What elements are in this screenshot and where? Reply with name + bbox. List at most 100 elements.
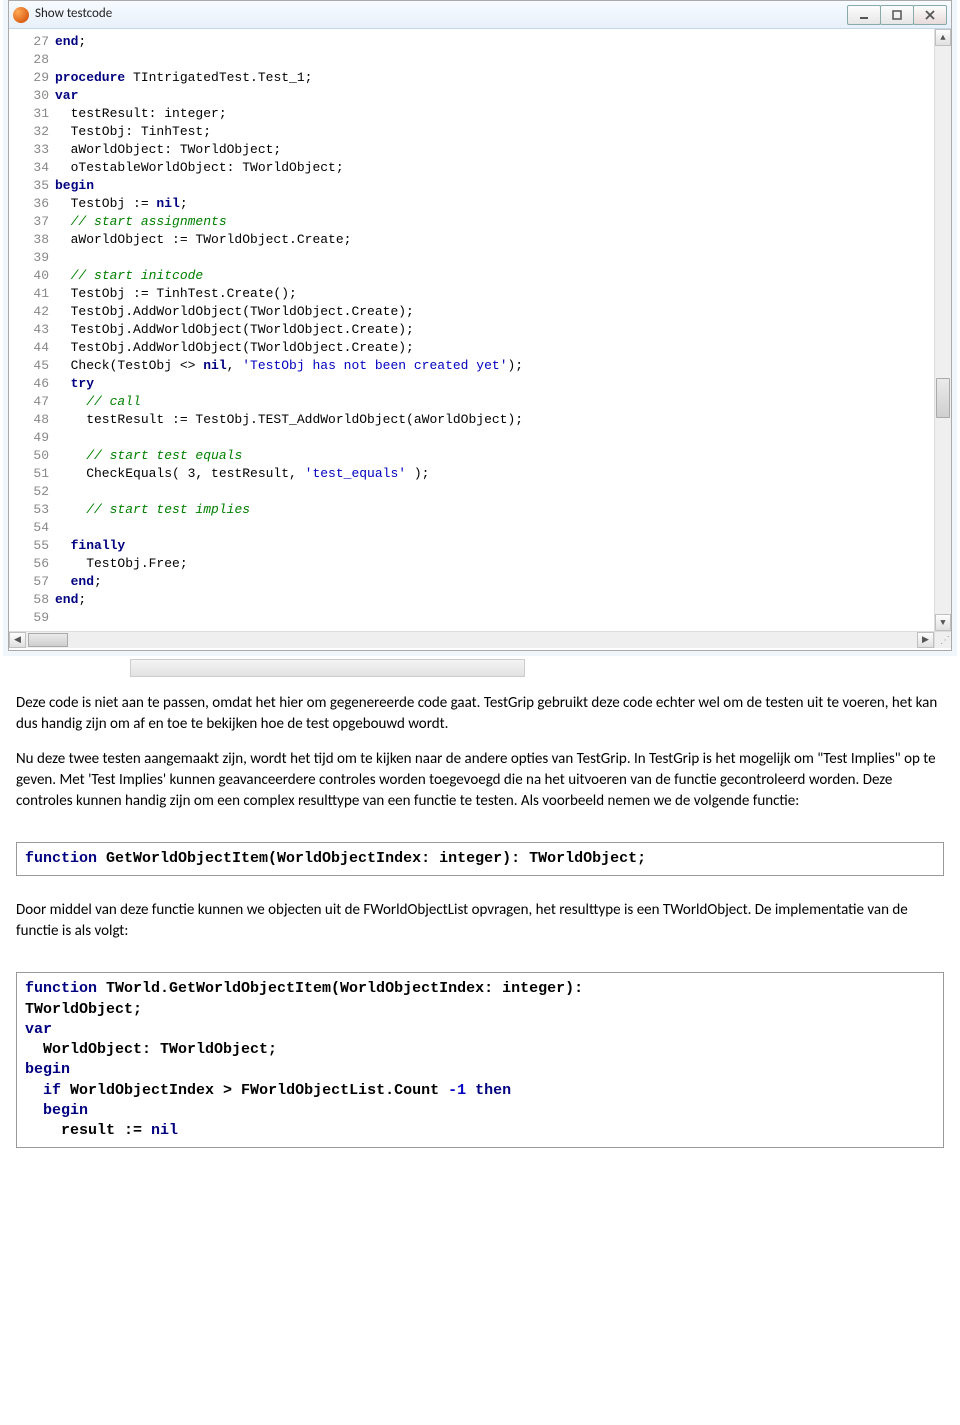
code-line: 35begin: [9, 177, 934, 195]
code-text: end;: [55, 33, 934, 51]
line-number: 41: [9, 285, 55, 303]
code-line: 56 TestObj.Free;: [9, 555, 934, 573]
line-number: 47: [9, 393, 55, 411]
line-number: 37: [9, 213, 55, 231]
code-text: TestObj.AddWorldObject(TWorldObject.Crea…: [55, 339, 934, 357]
line-number: 36: [9, 195, 55, 213]
code-line: 46 try: [9, 375, 934, 393]
horizontal-scroll-thumb[interactable]: [28, 633, 68, 647]
code-line: 57 end;: [9, 573, 934, 591]
line-number: 29: [9, 69, 55, 87]
scroll-up-arrow-icon[interactable]: ▲: [935, 29, 951, 46]
code-line: 55 finally: [9, 537, 934, 555]
code-line: 42 TestObj.AddWorldObject(TWorldObject.C…: [9, 303, 934, 321]
titlebar[interactable]: Show testcode: [9, 1, 951, 29]
code-line: 53 // start test implies: [9, 501, 934, 519]
line-number: 38: [9, 231, 55, 249]
line-number: 52: [9, 483, 55, 501]
code-line: 40 // start initcode: [9, 267, 934, 285]
vertical-scroll-thumb[interactable]: [936, 378, 950, 418]
code-line: 33 aWorldObject: TWorldObject;: [9, 141, 934, 159]
minimize-button[interactable]: [847, 5, 881, 25]
code-line: 31 testResult: integer;: [9, 105, 934, 123]
horizontal-scroll-track[interactable]: [26, 632, 917, 648]
maximize-button[interactable]: [880, 5, 914, 25]
code-line: 36 TestObj := nil;: [9, 195, 934, 213]
code-text: TestObj: TinhTest;: [55, 123, 934, 141]
paragraph-2: Nu deze twee testen aangemaakt zijn, wor…: [16, 749, 944, 812]
code-text: [55, 51, 934, 69]
maximize-icon: [892, 10, 902, 20]
line-number: 58: [9, 591, 55, 609]
line-number: 45: [9, 357, 55, 375]
code-text: // start test equals: [55, 447, 934, 465]
line-number: 27: [9, 33, 55, 51]
line-number: 50: [9, 447, 55, 465]
code-text: var: [55, 87, 934, 105]
code-line: 27end;: [9, 33, 934, 51]
code-text: // start assignments: [55, 213, 934, 231]
line-number: 46: [9, 375, 55, 393]
line-number: 53: [9, 501, 55, 519]
line-number: 30: [9, 87, 55, 105]
code-text: // start initcode: [55, 267, 934, 285]
code-line: 51 CheckEquals( 3, testResult, 'test_equ…: [9, 465, 934, 483]
codebox-function-signature: function GetWorldObjectItem(WorldObjectI…: [16, 842, 944, 876]
code-line: 28: [9, 51, 934, 69]
app-icon: [13, 7, 29, 23]
code-text: testResult := TestObj.TEST_AddWorldObjec…: [55, 411, 934, 429]
codebox-function-impl: function TWorld.GetWorldObjectItem(World…: [16, 972, 944, 1148]
line-number: 44: [9, 339, 55, 357]
resize-grip-icon[interactable]: ⋰: [934, 632, 951, 648]
code-line: 34 oTestableWorldObject: TWorldObject;: [9, 159, 934, 177]
code-editor: 27end;2829procedure TIntrigatedTest.Test…: [9, 29, 951, 631]
close-button[interactable]: [913, 5, 947, 25]
code-text: procedure TIntrigatedTest.Test_1;: [55, 69, 934, 87]
code-text: TestObj := TinhTest.Create();: [55, 285, 934, 303]
close-icon: [925, 10, 935, 20]
code-text: TestObj.AddWorldObject(TWorldObject.Crea…: [55, 303, 934, 321]
line-number: 56: [9, 555, 55, 573]
code-text: [55, 519, 934, 537]
line-number: 33: [9, 141, 55, 159]
scroll-left-arrow-icon[interactable]: ◀: [9, 632, 26, 648]
line-number: 32: [9, 123, 55, 141]
code-text: CheckEquals( 3, testResult, 'test_equals…: [55, 465, 934, 483]
code-text: try: [55, 375, 934, 393]
code-line: 50 // start test equals: [9, 447, 934, 465]
line-number: 34: [9, 159, 55, 177]
code-text: end;: [55, 591, 934, 609]
code-text: finally: [55, 537, 934, 555]
code-line: 37 // start assignments: [9, 213, 934, 231]
horizontal-scrollbar[interactable]: ◀ ▶ ⋰: [9, 631, 951, 648]
line-number: 57: [9, 573, 55, 591]
code-text: [55, 249, 934, 267]
code-line: 52: [9, 483, 934, 501]
code-line: 54: [9, 519, 934, 537]
testcode-window: Show testcode 27end;2829procedure TIntri…: [8, 0, 952, 651]
paragraph-1: Deze code is niet aan te passen, omdat h…: [16, 693, 944, 735]
body-text: Deze code is niet aan te passen, omdat h…: [0, 681, 960, 836]
code-text: [55, 609, 934, 627]
code-line: 43 TestObj.AddWorldObject(TWorldObject.C…: [9, 321, 934, 339]
line-number: 42: [9, 303, 55, 321]
code-text: TestObj.Free;: [55, 555, 934, 573]
line-number: 43: [9, 321, 55, 339]
code-text: // start test implies: [55, 501, 934, 519]
vertical-scrollbar[interactable]: ▲ ▼: [934, 29, 951, 631]
code-text: end;: [55, 573, 934, 591]
code-text: [55, 429, 934, 447]
code-text: testResult: integer;: [55, 105, 934, 123]
window-controls: [848, 5, 947, 25]
code-text: TestObj.AddWorldObject(TWorldObject.Crea…: [55, 321, 934, 339]
scroll-down-arrow-icon[interactable]: ▼: [935, 614, 951, 631]
code-content[interactable]: 27end;2829procedure TIntrigatedTest.Test…: [9, 29, 934, 631]
code-line: 44 TestObj.AddWorldObject(TWorldObject.C…: [9, 339, 934, 357]
code-text: // call: [55, 393, 934, 411]
code-text: aWorldObject: TWorldObject;: [55, 141, 934, 159]
line-number: 40: [9, 267, 55, 285]
scroll-right-arrow-icon[interactable]: ▶: [917, 632, 934, 648]
paragraph-3: Door middel van deze functie kunnen we o…: [16, 900, 944, 942]
body-text-2: Door middel van deze functie kunnen we o…: [0, 888, 960, 966]
code-text: [55, 483, 934, 501]
